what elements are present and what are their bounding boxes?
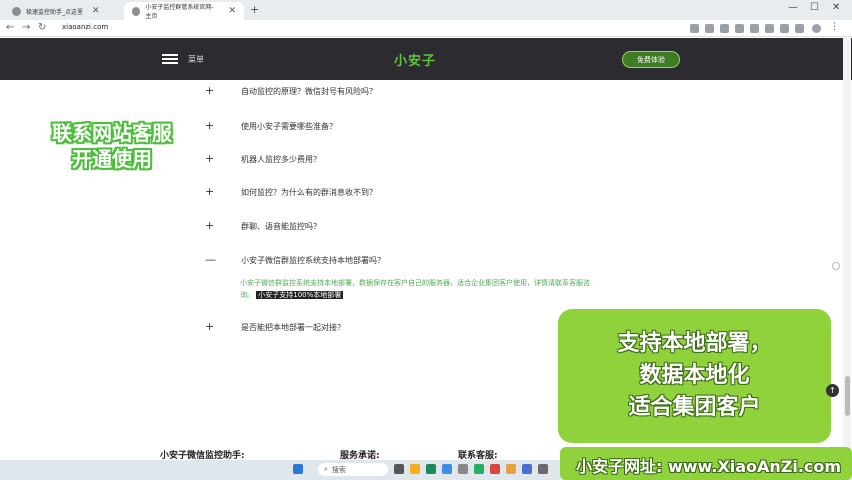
extension-icon[interactable] [780, 24, 789, 33]
taskbar-search-input[interactable]: ⌕ 搜索 [318, 463, 388, 476]
tab-label: 极速监控助手_点这里 [26, 8, 84, 16]
address-bar: ← → ↻ xiaoanzi.com ⋮ [0, 20, 852, 37]
close-window-button[interactable]: ✕ [832, 2, 840, 13]
tab-label: 小安子监控群管系统官网-主页 [145, 4, 214, 20]
highlighted-text: 小安子支持100%本地部署 [256, 291, 344, 299]
promo-line: 数据本地化 [639, 363, 750, 388]
browser-tabbar: 极速监控助手_点这里 ✕ 小安子监控群管系统官网-主页 ✕ + — ☐ ✕ [0, 0, 852, 20]
extension-icon[interactable] [690, 24, 699, 33]
new-tab-button[interactable]: + [250, 3, 259, 16]
expand-icon[interactable]: + [205, 84, 214, 97]
expand-icon[interactable]: + [205, 320, 214, 333]
favicon-icon [12, 6, 21, 16]
expand-icon[interactable]: + [205, 185, 214, 198]
browser-icon[interactable] [442, 464, 452, 474]
faq-question[interactable]: 群聊、语音能监控吗？ [241, 221, 321, 232]
forward-button[interactable]: → [22, 22, 30, 33]
more-menu-icon[interactable]: ⋮ [830, 22, 839, 32]
wechat-icon[interactable] [474, 464, 484, 474]
promo-line: 适合集团客户 [628, 395, 761, 420]
faq-question[interactable]: 机器人监控多少费用？ [241, 154, 321, 165]
scroll-top-icon[interactable]: ↑ [826, 384, 839, 397]
local-deploy-promo: 支持本地部署， 数据本地化 适合集团客户 [558, 309, 831, 443]
collapse-icon[interactable]: — [205, 253, 216, 266]
task-view-icon[interactable] [394, 464, 404, 474]
app-icon[interactable] [458, 464, 468, 474]
minimize-button[interactable]: — [788, 2, 798, 13]
faq-question[interactable]: 是否能把本地部署一起对接？ [241, 322, 345, 333]
favicon-icon [132, 6, 141, 16]
extension-icon[interactable] [720, 24, 729, 33]
windows-start-icon[interactable] [293, 464, 303, 474]
app-icon[interactable] [506, 464, 516, 474]
close-tab-icon[interactable]: ✕ [92, 6, 100, 16]
promo-line: 联系网站客服 [52, 121, 172, 145]
faq-answer: 小安子微信群监控系统支持本地部署，数据保存在客户自己的服务器，适合企业集团客户使… [240, 277, 600, 301]
expand-icon[interactable]: + [205, 152, 214, 165]
faq-question[interactable]: 如何监控？为什么有的群消息收不到？ [241, 187, 377, 198]
promo-line: 开通使用 [72, 147, 152, 171]
faq-question[interactable]: 自动监控的原理？微信封号有风险吗？ [241, 86, 377, 97]
app-icon[interactable] [538, 464, 548, 474]
menu-icon[interactable] [162, 54, 178, 64]
scrollbar-thumb[interactable] [845, 376, 850, 416]
profile-avatar[interactable] [812, 24, 821, 33]
expand-icon[interactable]: + [205, 219, 214, 232]
close-tab-icon[interactable]: ✕ [228, 6, 236, 16]
side-float-button[interactable] [832, 262, 840, 270]
site-logo[interactable]: 小安子 [394, 50, 436, 69]
faq-question[interactable]: 小安子微信群监控系统支持本地部署吗？ [241, 255, 385, 266]
extension-icon[interactable] [765, 24, 774, 33]
search-placeholder: 搜索 [331, 465, 346, 474]
app-icon[interactable] [522, 464, 532, 474]
app-icon[interactable] [490, 464, 500, 474]
website-url-text: 小安子网址: www.XiaoAnZi.com [576, 457, 842, 476]
faq-question[interactable]: 使用小安子需要哪些准备？ [241, 121, 337, 132]
expand-icon[interactable]: + [205, 119, 214, 132]
contact-promo-text: 联系网站客服 开通使用 [22, 120, 202, 172]
menu-label[interactable]: 菜单 [188, 54, 204, 65]
extension-icon[interactable] [750, 24, 759, 33]
website-url-banner: 小安子网址: www.XiaoAnZi.com [560, 447, 852, 480]
back-button[interactable]: ← [6, 22, 14, 33]
promo-line: 支持本地部署， [617, 331, 772, 356]
extension-icon[interactable] [795, 24, 804, 33]
maximize-button[interactable]: ☐ [810, 2, 819, 13]
url-field[interactable]: xiaoanzi.com [62, 23, 108, 31]
reload-button[interactable]: ↻ [38, 22, 46, 33]
extension-icon[interactable] [735, 24, 744, 33]
app-icon[interactable] [426, 464, 436, 474]
free-trial-button[interactable]: 免费体验 [622, 51, 680, 68]
extension-icon[interactable] [705, 24, 714, 33]
browser-tab-1[interactable]: 极速监控助手_点这里 ✕ [4, 2, 122, 20]
browser-tab-2[interactable]: 小安子监控群管系统官网-主页 ✕ [124, 2, 244, 20]
file-explorer-icon[interactable] [410, 464, 420, 474]
search-icon: ⌕ [324, 465, 328, 473]
